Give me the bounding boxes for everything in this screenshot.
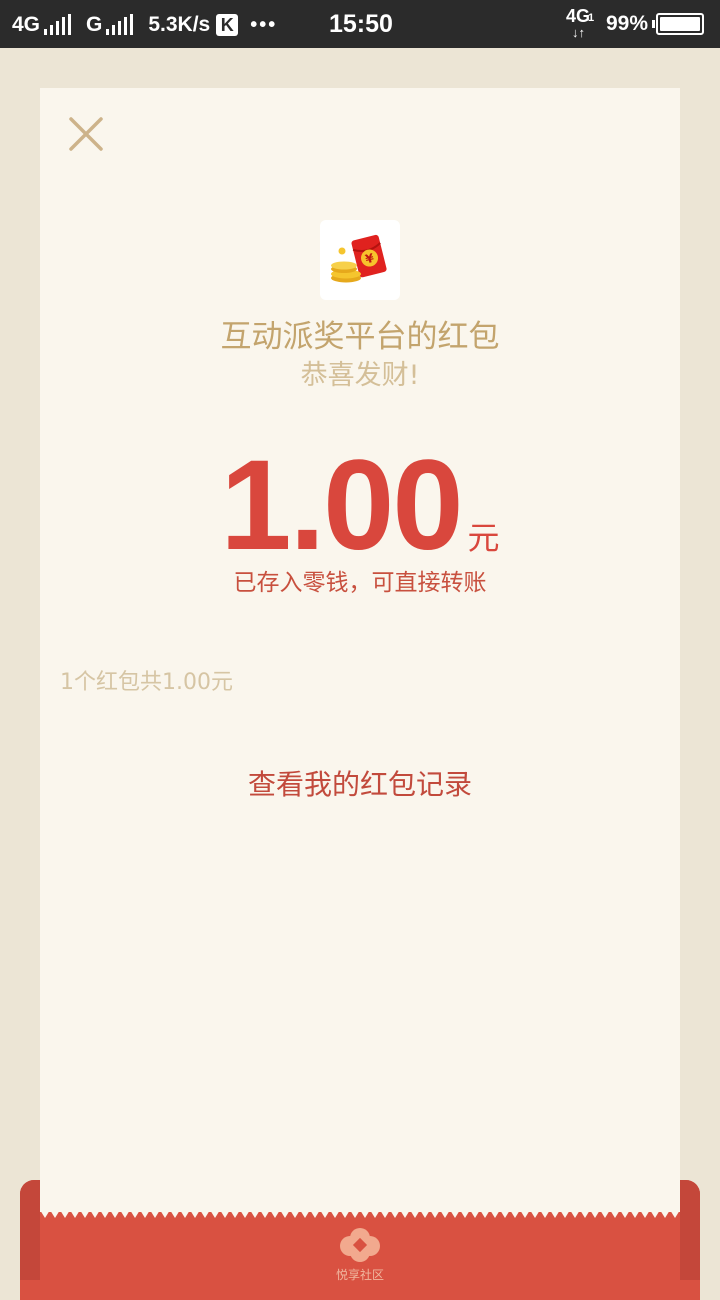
network-type-1: 4G	[12, 13, 41, 36]
battery-icon	[652, 13, 704, 35]
sender-name: 互动派奖平台的红包	[220, 319, 500, 355]
amount-unit: 元	[467, 519, 500, 557]
close-icon[interactable]	[68, 116, 104, 152]
footer-brand: 悦享社区	[335, 1268, 384, 1282]
envelope-edge-left	[20, 1180, 40, 1280]
battery-percent: 99%	[605, 12, 648, 35]
status-right: 4G 1 ↓↑ 99%	[566, 6, 704, 42]
red-envelope-coins-icon: ¥	[331, 234, 387, 283]
amount-value: 1.00	[220, 434, 463, 577]
lte-icon: 4G 1 ↓↑	[566, 6, 600, 42]
signal-strength-icon	[106, 14, 136, 35]
battery-nub	[652, 20, 655, 28]
view-records-link[interactable]: 查看我的红包记录	[40, 763, 680, 803]
battery-fill	[660, 17, 700, 31]
data-arrows-icon: ↓↑	[571, 25, 585, 40]
status-bar: 4G G 5.3K/s K ••• 15:50 4G 1 ↓↑ 99%	[0, 0, 720, 48]
network-speed: 5.3K/s	[148, 13, 211, 36]
status-left: 4G G 5.3K/s K •••	[12, 11, 277, 39]
deposit-note: 已存入零钱，可直接转账	[233, 570, 487, 596]
envelope-edge-right	[680, 1180, 700, 1280]
lte-sub: 1	[587, 12, 595, 24]
k-app-icon: K	[216, 14, 239, 36]
packet-summary: 1个红包共1.00元	[60, 670, 233, 695]
sender-avatar: ¥	[320, 220, 400, 300]
card-zigzag-edge	[40, 1210, 680, 1218]
greeting-message: 恭喜发财!	[300, 360, 420, 391]
signal-strength-icon	[44, 14, 74, 35]
lte-label: 4G	[565, 6, 590, 26]
clock: 15:50	[329, 10, 393, 38]
flower-icon	[340, 1228, 380, 1262]
more-notifications-icon: •••	[250, 13, 278, 36]
amount-display: 1.00 元	[40, 432, 680, 577]
network-type-2: G	[86, 13, 103, 36]
